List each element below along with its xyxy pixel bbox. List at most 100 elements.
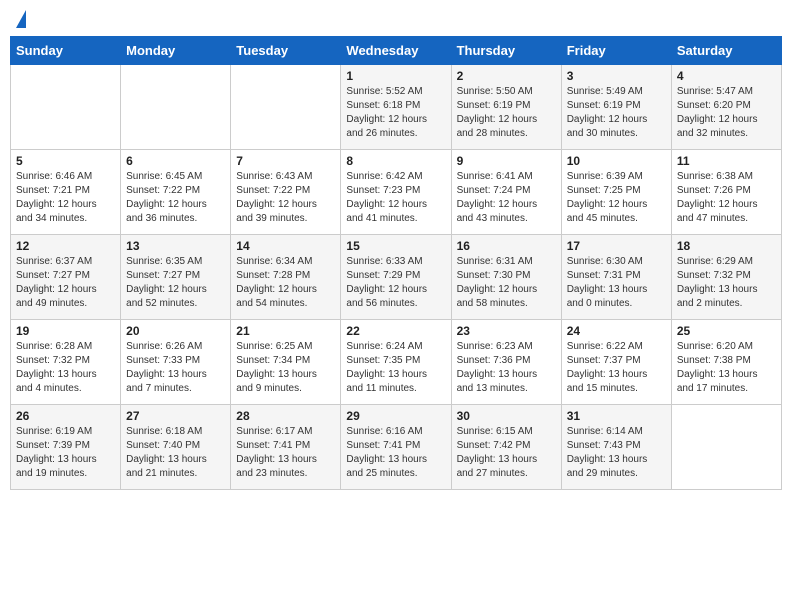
calendar-cell: [231, 65, 341, 150]
day-number: 20: [126, 324, 225, 338]
day-info: Sunrise: 6:16 AM Sunset: 7:41 PM Dayligh…: [346, 425, 445, 481]
day-info: Sunrise: 6:37 AM Sunset: 7:27 PM Dayligh…: [16, 255, 115, 311]
calendar-cell: 29 Sunrise: 6:16 AM Sunset: 7:41 PM Dayli…: [341, 405, 451, 490]
calendar-cell: 20 Sunrise: 6:26 AM Sunset: 7:33 PM Dayli…: [121, 320, 231, 405]
page-header: [10, 10, 782, 28]
day-number: 19: [16, 324, 115, 338]
day-info: Sunrise: 6:23 AM Sunset: 7:36 PM Dayligh…: [457, 340, 556, 396]
day-info: Sunrise: 6:15 AM Sunset: 7:42 PM Dayligh…: [457, 425, 556, 481]
calendar-cell: 25Sunrise: 6:20 AM Sunset: 7:38 PM Dayli…: [671, 320, 781, 405]
day-number: 1: [346, 69, 445, 83]
day-number: 2: [457, 69, 556, 83]
calendar-cell: [11, 65, 121, 150]
day-info: Sunrise: 6:25 AM Sunset: 7:34 PM Dayligh…: [236, 340, 335, 396]
calendar-cell: 17 Sunrise: 6:30 AM Sunset: 7:31 PM Dayli…: [561, 235, 671, 320]
day-info: Sunrise: 5:50 AM Sunset: 6:19 PM Dayligh…: [457, 85, 556, 141]
calendar-cell: 1 Sunrise: 5:52 AM Sunset: 6:18 PM Daylig…: [341, 65, 451, 150]
calendar-cell: 13Sunrise: 6:35 AM Sunset: 7:27 PM Dayli…: [121, 235, 231, 320]
day-number: 28: [236, 409, 335, 423]
day-info: Sunrise: 6:24 AM Sunset: 7:35 PM Dayligh…: [346, 340, 445, 396]
calendar-cell: 6Sunrise: 6:45 AM Sunset: 7:22 PM Daylig…: [121, 150, 231, 235]
day-number: 31: [567, 409, 666, 423]
day-info: Sunrise: 5:47 AM Sunset: 6:20 PM Dayligh…: [677, 85, 776, 141]
day-number: 26: [16, 409, 115, 423]
day-number: 23: [457, 324, 556, 338]
day-number: 15: [346, 239, 445, 253]
day-number: 9: [457, 154, 556, 168]
calendar-cell: [121, 65, 231, 150]
calendar-cell: 8 Sunrise: 6:42 AM Sunset: 7:23 PM Daylig…: [341, 150, 451, 235]
calendar-cell: 7Sunrise: 6:43 AM Sunset: 7:22 PM Daylig…: [231, 150, 341, 235]
day-info: Sunrise: 6:17 AM Sunset: 7:41 PM Dayligh…: [236, 425, 335, 481]
weekday-header: Saturday: [671, 37, 781, 65]
logo: [14, 10, 26, 28]
calendar-cell: 4 Sunrise: 5:47 AM Sunset: 6:20 PM Daylig…: [671, 65, 781, 150]
calendar-cell: 2 Sunrise: 5:50 AM Sunset: 6:19 PM Daylig…: [451, 65, 561, 150]
weekday-header: Wednesday: [341, 37, 451, 65]
weekday-header: Thursday: [451, 37, 561, 65]
day-number: 4: [677, 69, 776, 83]
day-info: Sunrise: 6:42 AM Sunset: 7:23 PM Dayligh…: [346, 170, 445, 226]
day-number: 13: [126, 239, 225, 253]
day-number: 10: [567, 154, 666, 168]
calendar-cell: 15 Sunrise: 6:33 AM Sunset: 7:29 PM Dayli…: [341, 235, 451, 320]
day-number: 25: [677, 324, 776, 338]
day-info: Sunrise: 5:52 AM Sunset: 6:18 PM Dayligh…: [346, 85, 445, 141]
day-info: Sunrise: 6:34 AM Sunset: 7:28 PM Dayligh…: [236, 255, 335, 311]
calendar-cell: 23 Sunrise: 6:23 AM Sunset: 7:36 PM Dayli…: [451, 320, 561, 405]
calendar-cell: 5 Sunrise: 6:46 AM Sunset: 7:21 PM Daylig…: [11, 150, 121, 235]
day-number: 17: [567, 239, 666, 253]
day-info: Sunrise: 6:30 AM Sunset: 7:31 PM Dayligh…: [567, 255, 666, 311]
day-number: 7: [236, 154, 335, 168]
day-info: Sunrise: 6:45 AM Sunset: 7:22 PM Dayligh…: [126, 170, 225, 226]
day-info: Sunrise: 6:19 AM Sunset: 7:39 PM Dayligh…: [16, 425, 115, 481]
day-info: Sunrise: 6:31 AM Sunset: 7:30 PM Dayligh…: [457, 255, 556, 311]
calendar-cell: 12 Sunrise: 6:37 AM Sunset: 7:27 PM Dayli…: [11, 235, 121, 320]
calendar-cell: 11 Sunrise: 6:38 AM Sunset: 7:26 PM Dayli…: [671, 150, 781, 235]
day-number: 12: [16, 239, 115, 253]
day-number: 5: [16, 154, 115, 168]
day-info: Sunrise: 6:33 AM Sunset: 7:29 PM Dayligh…: [346, 255, 445, 311]
calendar-cell: 22 Sunrise: 6:24 AM Sunset: 7:35 PM Dayli…: [341, 320, 451, 405]
logo-triangle-icon: [16, 10, 26, 28]
day-info: Sunrise: 6:41 AM Sunset: 7:24 PM Dayligh…: [457, 170, 556, 226]
day-number: 3: [567, 69, 666, 83]
day-number: 18: [677, 239, 776, 253]
calendar-cell: 31 Sunrise: 6:14 AM Sunset: 7:43 PM Dayli…: [561, 405, 671, 490]
day-number: 24: [567, 324, 666, 338]
weekday-header: Tuesday: [231, 37, 341, 65]
calendar-cell: 9 Sunrise: 6:41 AM Sunset: 7:24 PM Daylig…: [451, 150, 561, 235]
day-number: 16: [457, 239, 556, 253]
calendar-cell: 21 Sunrise: 6:25 AM Sunset: 7:34 PM Dayli…: [231, 320, 341, 405]
weekday-header: Sunday: [11, 37, 121, 65]
day-number: 22: [346, 324, 445, 338]
calendar-cell: 18 Sunrise: 6:29 AM Sunset: 7:32 PM Dayli…: [671, 235, 781, 320]
day-info: Sunrise: 6:46 AM Sunset: 7:21 PM Dayligh…: [16, 170, 115, 226]
calendar-cell: 26 Sunrise: 6:19 AM Sunset: 7:39 PM Dayli…: [11, 405, 121, 490]
day-number: 30: [457, 409, 556, 423]
day-number: 29: [346, 409, 445, 423]
day-number: 21: [236, 324, 335, 338]
day-number: 8: [346, 154, 445, 168]
calendar-cell: 19 Sunrise: 6:28 AM Sunset: 7:32 PM Dayli…: [11, 320, 121, 405]
day-info: Sunrise: 6:29 AM Sunset: 7:32 PM Dayligh…: [677, 255, 776, 311]
calendar-cell: 14Sunrise: 6:34 AM Sunset: 7:28 PM Dayli…: [231, 235, 341, 320]
calendar-table: SundayMondayTuesdayWednesdayThursdayFrid…: [10, 36, 782, 490]
day-info: Sunrise: 6:39 AM Sunset: 7:25 PM Dayligh…: [567, 170, 666, 226]
calendar-cell: 3 Sunrise: 5:49 AM Sunset: 6:19 PM Daylig…: [561, 65, 671, 150]
calendar-cell: 27Sunrise: 6:18 AM Sunset: 7:40 PM Dayli…: [121, 405, 231, 490]
calendar-cell: 30 Sunrise: 6:15 AM Sunset: 7:42 PM Dayli…: [451, 405, 561, 490]
day-number: 11: [677, 154, 776, 168]
weekday-header: Friday: [561, 37, 671, 65]
calendar-cell: 24 Sunrise: 6:22 AM Sunset: 7:37 PM Dayli…: [561, 320, 671, 405]
day-number: 27: [126, 409, 225, 423]
calendar-cell: 10 Sunrise: 6:39 AM Sunset: 7:25 PM Dayli…: [561, 150, 671, 235]
calendar-cell: 28 Sunrise: 6:17 AM Sunset: 7:41 PM Dayli…: [231, 405, 341, 490]
calendar-cell: 16 Sunrise: 6:31 AM Sunset: 7:30 PM Dayli…: [451, 235, 561, 320]
day-info: Sunrise: 6:26 AM Sunset: 7:33 PM Dayligh…: [126, 340, 225, 396]
day-info: Sunrise: 6:22 AM Sunset: 7:37 PM Dayligh…: [567, 340, 666, 396]
day-info: Sunrise: 6:14 AM Sunset: 7:43 PM Dayligh…: [567, 425, 666, 481]
day-info: Sunrise: 5:49 AM Sunset: 6:19 PM Dayligh…: [567, 85, 666, 141]
day-info: Sunrise: 6:38 AM Sunset: 7:26 PM Dayligh…: [677, 170, 776, 226]
day-info: Sunrise: 6:28 AM Sunset: 7:32 PM Dayligh…: [16, 340, 115, 396]
